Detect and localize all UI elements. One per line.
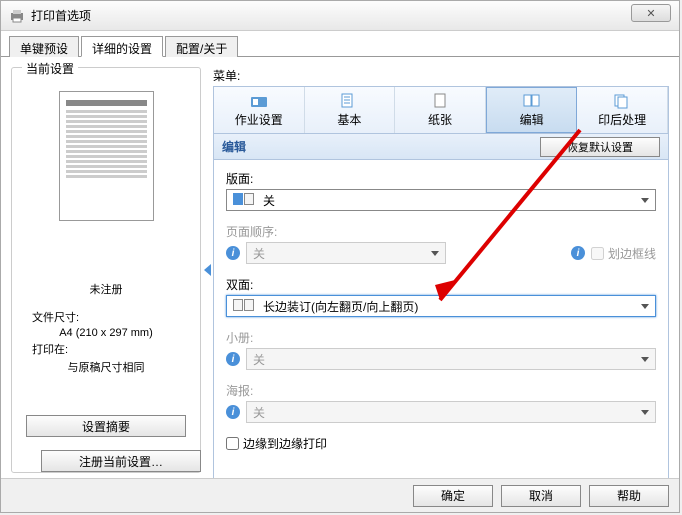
dialog-footer: 确定 取消 帮助	[1, 478, 679, 512]
menu-finish[interactable]: 印后处理	[577, 87, 668, 133]
info-icon[interactable]: i	[226, 405, 240, 419]
window-title: 打印首选项	[31, 7, 91, 24]
page-preview	[59, 91, 154, 221]
edge-print-checkbox[interactable]	[226, 437, 239, 450]
tab-config[interactable]: 配置/关于	[165, 36, 238, 57]
section-title: 编辑	[222, 138, 540, 155]
titlebar: 打印首选项 ✕	[1, 1, 679, 31]
menu-paper[interactable]: 纸张	[395, 87, 486, 133]
job-icon	[249, 93, 269, 109]
restore-defaults-button[interactable]: 恢复默认设置	[540, 137, 660, 157]
duplex-label: 双面:	[226, 276, 656, 293]
menu-basic[interactable]: 基本	[305, 87, 396, 133]
edit-icon	[522, 93, 542, 109]
collapse-icon	[204, 264, 211, 276]
basic-icon	[339, 93, 359, 109]
tab-oneclick[interactable]: 单键预设	[9, 36, 79, 57]
menu-label: 菜单:	[213, 67, 669, 84]
paper-icon	[430, 93, 450, 109]
summary-button[interactable]: 设置摘要	[26, 415, 186, 437]
finish-icon	[612, 93, 632, 109]
borders-checkbox-wrap: 划边框线	[591, 245, 656, 262]
cancel-button[interactable]: 取消	[501, 485, 581, 507]
file-size-value: A4 (210 x 297 mm)	[20, 327, 192, 339]
poster-label: 海报:	[226, 382, 656, 399]
panel-divider[interactable]	[201, 67, 213, 473]
booklet-select: 关	[246, 348, 656, 370]
edge-print-wrap[interactable]: 边缘到边缘打印	[226, 435, 656, 452]
printer-icon	[9, 8, 25, 24]
print-at-value: 与原稿尺寸相同	[20, 359, 192, 375]
close-button[interactable]: ✕	[631, 4, 671, 22]
info-icon[interactable]: i	[226, 246, 240, 260]
tab-detailed[interactable]: 详细的设置	[81, 36, 163, 57]
register-settings-button[interactable]: 注册当前设置…	[41, 450, 201, 472]
print-at-label: 打印在:	[20, 341, 192, 357]
duplex-select[interactable]: 长边装订(向左翻页/向上翻页)	[226, 295, 656, 317]
current-settings-legend: 当前设置	[22, 60, 78, 77]
file-size-label: 文件尺寸:	[20, 309, 192, 325]
tab-bar: 单键预设 详细的设置 配置/关于	[1, 31, 679, 57]
unregistered-text: 未注册	[20, 281, 192, 297]
menu-bar: 作业设置 基本 纸张 编辑 印后处理	[213, 86, 669, 134]
info-icon[interactable]: i	[571, 246, 585, 260]
section-header: 编辑 恢复默认设置	[213, 134, 669, 160]
help-button[interactable]: 帮助	[589, 485, 669, 507]
page-order-label: 页面顺序:	[226, 223, 656, 240]
current-settings-panel: 当前设置 未注册 文件尺寸: A4 (210 x 297 mm) 打印在: 与原…	[11, 67, 201, 473]
menu-edit[interactable]: 编辑	[486, 87, 578, 133]
page-order-select: 关	[246, 242, 446, 264]
layout-label: 版面:	[226, 170, 656, 187]
booklet-label: 小册:	[226, 329, 656, 346]
layout-select[interactable]: 关	[226, 189, 656, 211]
info-icon[interactable]: i	[226, 352, 240, 366]
menu-job[interactable]: 作业设置	[214, 87, 305, 133]
poster-select: 关	[246, 401, 656, 423]
ok-button[interactable]: 确定	[413, 485, 493, 507]
borders-checkbox	[591, 247, 604, 260]
